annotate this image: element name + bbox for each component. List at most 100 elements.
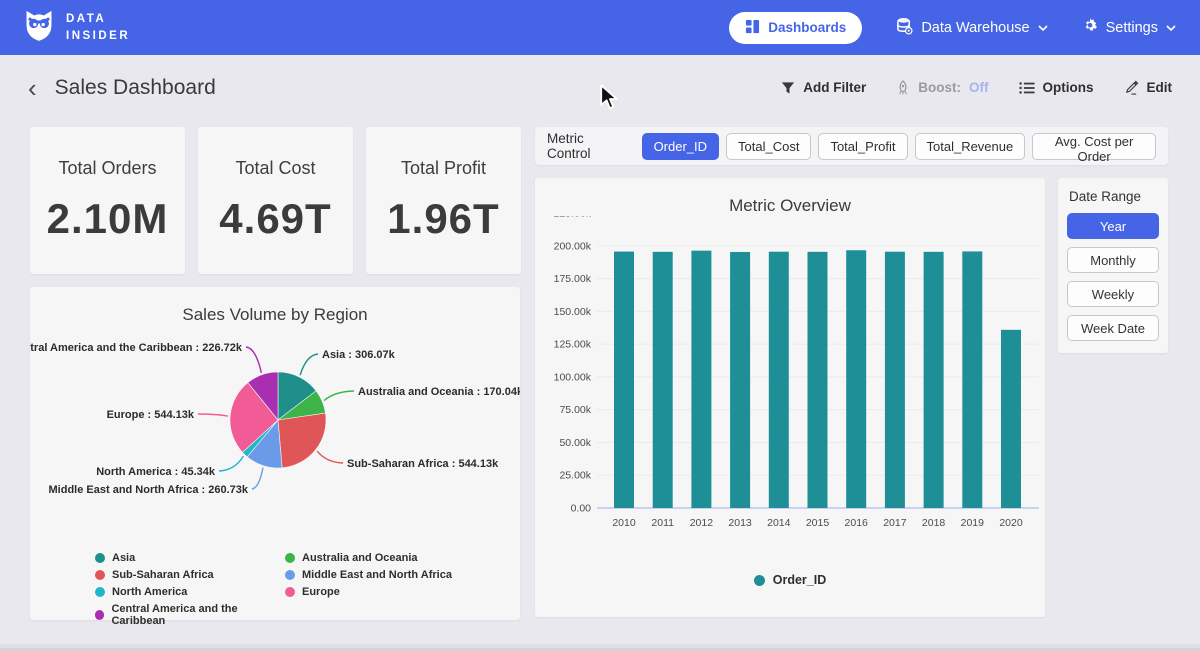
bar-2015[interactable] — [808, 252, 828, 508]
add-filter-label: Add Filter — [803, 80, 866, 95]
legend-dot — [285, 587, 295, 597]
x-axis-tick: 2011 — [651, 517, 674, 529]
y-axis-tick: 75.00k — [559, 404, 591, 416]
bar-chart-title: Metric Overview — [535, 178, 1045, 216]
legend-item-middle-east-and-north-africa[interactable]: Middle East and North Africa — [285, 569, 452, 581]
metric-option-avg-cost-per-order[interactable]: Avg. Cost per Order — [1032, 133, 1156, 160]
legend-dot — [754, 575, 765, 586]
legend-item-north-america[interactable]: North America — [95, 586, 285, 598]
bar-2020[interactable] — [1001, 330, 1021, 508]
pie-slice-label: North America : 45.34k — [96, 466, 216, 478]
legend-label: Europe — [302, 586, 340, 598]
pie-slice-sub-saharan-africa[interactable] — [278, 413, 326, 468]
pencil-icon — [1124, 80, 1139, 95]
data-warehouse-label: Data Warehouse — [921, 20, 1029, 36]
y-axis-tick: 125.00k — [554, 339, 592, 351]
dashboards-grid-icon — [745, 19, 760, 37]
legend-dot — [285, 570, 295, 580]
bar-2016[interactable] — [846, 250, 866, 508]
bar-2011[interactable] — [653, 252, 673, 508]
y-axis-tick: 200.00k — [554, 240, 592, 252]
y-axis-tick: 0.00 — [571, 503, 592, 515]
date-range-option-week-date[interactable]: Week Date — [1067, 315, 1159, 341]
metric-option-order-id[interactable]: Order_ID — [642, 133, 719, 160]
owl-logo-icon — [24, 8, 54, 47]
kpi-value: 2.10M — [47, 195, 169, 243]
legend-dot — [285, 553, 295, 563]
metric-option-total-cost[interactable]: Total_Cost — [726, 133, 811, 160]
legend-item-australia-and-oceania[interactable]: Australia and Oceania — [285, 552, 452, 564]
legend-dot — [95, 610, 104, 620]
x-axis-tick: 2020 — [999, 517, 1023, 529]
brand: DATA INSIDER — [24, 8, 130, 47]
kpi-card-total-orders: Total Orders 2.10M — [30, 127, 185, 274]
kpi-value: 4.69T — [219, 195, 331, 243]
x-axis-tick: 2015 — [806, 517, 830, 529]
kpi-value: 1.96T — [387, 195, 499, 243]
legend-label: Australia and Oceania — [302, 552, 418, 564]
x-axis-tick: 2013 — [728, 517, 752, 529]
legend-label: Middle East and North Africa — [302, 569, 452, 581]
y-axis-tick: 225.00k — [554, 216, 592, 220]
bar-chart[interactable]: 0.0025.00k50.00k75.00k100.00k125.00k150.… — [539, 216, 1041, 566]
bar-2018[interactable] — [924, 252, 944, 508]
pie-slice-label: Europe : 544.13k — [107, 409, 195, 421]
settings-label: Settings — [1106, 20, 1158, 36]
page-title: Sales Dashboard — [55, 76, 216, 100]
metric-control-bar: Metric Control Order_IDTotal_CostTotal_P… — [535, 127, 1168, 165]
legend-label: North America — [112, 586, 187, 598]
legend-item-europe[interactable]: Europe — [285, 586, 452, 598]
bar-2017[interactable] — [885, 252, 905, 508]
legend-dot — [95, 570, 105, 580]
boost-toggle[interactable]: Boost: Off — [896, 80, 988, 95]
pie-slice-label: Australia and Oceania : 170.04k — [358, 386, 520, 398]
x-axis-tick: 2014 — [767, 517, 791, 529]
settings-menu[interactable]: Settings — [1082, 18, 1176, 38]
chevron-down-icon — [1038, 25, 1048, 31]
pie-chart-title: Sales Volume by Region — [30, 287, 520, 325]
x-axis-tick: 2012 — [690, 517, 714, 529]
legend-item-sub-saharan-africa[interactable]: Sub-Saharan Africa — [95, 569, 285, 581]
legend-label: Order_ID — [773, 573, 827, 587]
x-axis-tick: 2017 — [883, 517, 907, 529]
date-range-option-weekly[interactable]: Weekly — [1067, 281, 1159, 307]
add-filter-button[interactable]: Add Filter — [781, 80, 866, 95]
dashboards-label: Dashboards — [768, 20, 846, 35]
options-label: Options — [1043, 80, 1094, 95]
bar-2010[interactable] — [614, 252, 634, 508]
legend-label: Sub-Saharan Africa — [112, 569, 214, 581]
pie-slice-label: Sub-Saharan Africa : 544.13k — [347, 458, 499, 470]
bar-2019[interactable] — [962, 251, 982, 508]
edit-button[interactable]: Edit — [1124, 80, 1173, 95]
date-range-option-monthly[interactable]: Monthly — [1067, 247, 1159, 273]
bar-2014[interactable] — [769, 252, 789, 508]
metric-option-total-revenue[interactable]: Total_Revenue — [915, 133, 1026, 160]
filter-funnel-icon — [781, 81, 795, 95]
back-button[interactable]: ‹ — [28, 75, 37, 101]
bar-2012[interactable] — [691, 251, 711, 508]
x-axis-tick: 2018 — [922, 517, 946, 529]
pie-slice-label: Central America and the Caribbean : 226.… — [30, 342, 243, 354]
y-axis-tick: 175.00k — [554, 273, 592, 285]
legend-dot — [95, 553, 105, 563]
pie-chart[interactable]: Asia : 306.07k Australia and Oceania : 17… — [30, 325, 520, 543]
database-icon — [896, 17, 913, 39]
options-button[interactable]: Options — [1019, 80, 1094, 95]
chevron-down-icon — [1166, 25, 1176, 31]
date-range-option-year[interactable]: Year — [1067, 213, 1159, 239]
kpi-label: Total Profit — [401, 158, 486, 179]
pie-slice-label: Asia : 306.07k — [322, 349, 396, 361]
legend-dot — [95, 587, 105, 597]
legend-item-asia[interactable]: Asia — [95, 552, 285, 564]
x-axis-tick: 2010 — [612, 517, 636, 529]
pie-chart-card: Sales Volume by Region Asia : 306.07k Aus… — [30, 287, 520, 620]
pie-legend: Asia Sub-Saharan Africa North America Ce… — [30, 552, 520, 627]
legend-item-central-america-and-the-caribbean[interactable]: Central America and the Caribbean — [95, 603, 285, 627]
list-options-icon — [1019, 81, 1035, 95]
y-axis-tick: 150.00k — [554, 306, 592, 318]
metric-option-total-profit[interactable]: Total_Profit — [818, 133, 907, 160]
legend-label: Central America and the Caribbean — [111, 603, 285, 627]
data-warehouse-menu[interactable]: Data Warehouse — [896, 17, 1047, 39]
dashboards-button[interactable]: Dashboards — [729, 12, 862, 44]
bar-2013[interactable] — [730, 252, 750, 508]
